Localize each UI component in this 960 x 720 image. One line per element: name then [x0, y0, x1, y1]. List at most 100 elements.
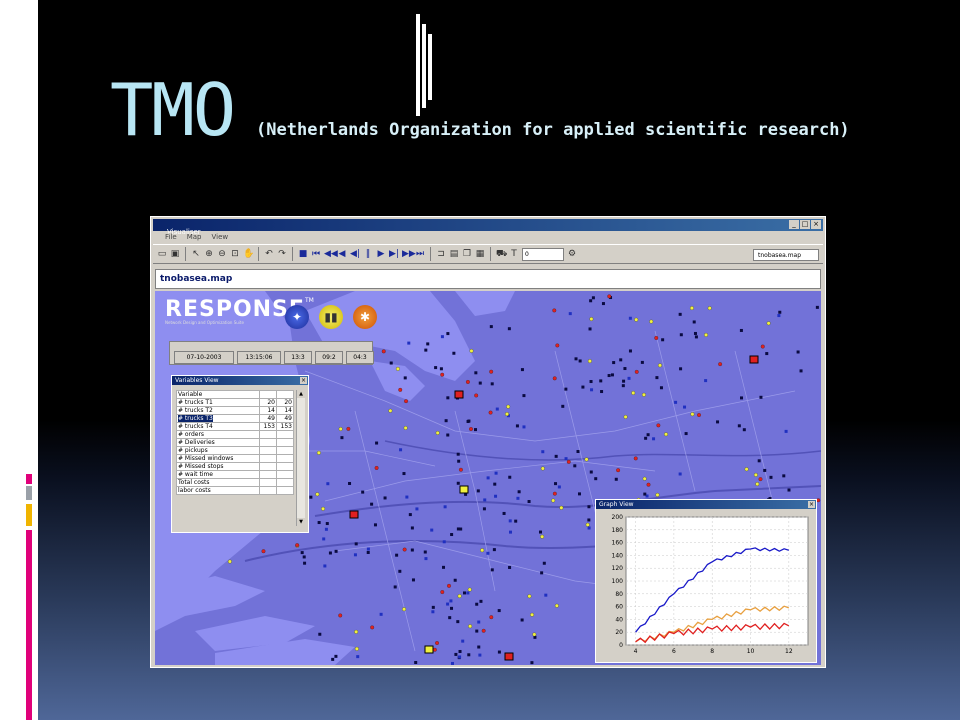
table-row[interactable]: # Missed windows [176, 454, 294, 463]
scroll-up-arrow-icon[interactable]: ▲ [297, 390, 305, 398]
table-row[interactable]: labor costs [176, 486, 294, 495]
map-marker [689, 306, 694, 311]
network-circle-icon[interactable]: ✦ [285, 305, 309, 329]
map-marker [758, 477, 763, 482]
zoom-out-icon[interactable]: ⊖ [217, 249, 227, 259]
maximize-button[interactable]: □ [800, 220, 810, 229]
map-marker [410, 526, 414, 530]
map-marker [520, 618, 524, 622]
map-marker [765, 352, 769, 356]
map-marker [432, 647, 437, 652]
map-marker [446, 332, 450, 336]
depot-marker[interactable] [349, 510, 359, 519]
map-marker [527, 500, 531, 504]
menu-view[interactable]: View [212, 232, 229, 242]
map-marker [782, 474, 786, 478]
depot-marker[interactable] [454, 390, 464, 399]
map-link-field[interactable]: tnobasea.map [753, 249, 819, 261]
skip-end-icon[interactable]: ⏭ [415, 249, 425, 259]
table-row[interactable]: Total costs [176, 478, 294, 487]
step-back-icon[interactable]: ◀ [337, 249, 347, 259]
map-marker [474, 371, 478, 375]
redo-icon[interactable]: ↷ [277, 249, 287, 259]
table-row[interactable]: # Missed stops [176, 462, 294, 471]
map-marker [599, 379, 603, 383]
graph-window: Graph View × 0 20 40 60 80 100 120 140 160 180 200… [595, 499, 817, 663]
table-row[interactable]: # trucks T4 153 153 [176, 422, 294, 431]
left-margin-bar [0, 0, 38, 720]
map-marker [424, 557, 428, 561]
bar-chart-circle-icon[interactable]: ▮▮ [319, 305, 343, 329]
depot-marker[interactable] [459, 485, 469, 494]
route-icon[interactable]: ⊐ [436, 249, 446, 259]
play-icon[interactable]: ▶ [376, 249, 386, 259]
truck-icon[interactable]: ⛟ [496, 249, 507, 259]
table-row-selected[interactable]: # trucks T3 49 49 [176, 414, 294, 423]
step-forward-icon[interactable]: ▶| [389, 249, 399, 259]
open-icon[interactable]: ▭ [157, 249, 167, 259]
settings-icon[interactable]: ⚙ [567, 249, 577, 259]
map-marker [328, 551, 332, 555]
menu-file[interactable]: File [165, 232, 177, 242]
table-row[interactable]: # orders [176, 430, 294, 439]
status-bar: 07-10-2003 13:15:06 13:3 09:2 04:3 [169, 341, 374, 365]
graph-close-button[interactable]: × [808, 501, 815, 508]
map-marker [379, 612, 383, 616]
zoom-box-icon[interactable]: ⊡ [230, 249, 240, 259]
map-marker [739, 328, 743, 332]
map-marker [478, 653, 482, 657]
map-marker [554, 482, 558, 486]
map-marker [446, 602, 450, 606]
toolbar-value-field[interactable]: 0 [522, 247, 564, 261]
depot-marker[interactable] [424, 645, 434, 654]
undo-icon[interactable]: ↶ [264, 249, 274, 259]
map-marker [449, 599, 453, 603]
map-canvas[interactable]: RESPONSETM Network Design and Optimizati… [155, 291, 821, 665]
map-marker [356, 655, 360, 659]
depot-marker[interactable] [504, 652, 514, 661]
map-marker [383, 496, 387, 500]
pause-icon[interactable]: ‖ [363, 249, 373, 259]
save-icon[interactable]: ▣ [170, 249, 180, 259]
map-marker [479, 599, 483, 603]
copy-icon[interactable]: ❐ [462, 249, 472, 259]
pointer-icon[interactable]: ↖ [191, 249, 201, 259]
rewind-icon[interactable]: ◀◀ [324, 249, 338, 259]
y-tick-label: 100 [612, 578, 624, 585]
table-header: Variable [176, 390, 260, 399]
map-marker [398, 569, 402, 573]
map-marker [450, 606, 454, 610]
map-marker [469, 348, 474, 353]
map-marker [564, 457, 568, 461]
table-row[interactable]: # trucks T1 20 20 [176, 398, 294, 407]
table-icon[interactable]: ▦ [475, 249, 485, 259]
map-marker [601, 302, 605, 306]
layer-icon[interactable]: ▤ [449, 249, 459, 259]
gear-circle-icon[interactable]: ✱ [353, 305, 377, 329]
variables-scrollbar[interactable]: ▲ ▼ [296, 390, 305, 526]
map-marker [540, 534, 545, 539]
zoom-in-icon[interactable]: ⊕ [204, 249, 214, 259]
map-marker [640, 360, 644, 364]
table-row[interactable]: # trucks T2 14 14 [176, 406, 294, 415]
pan-icon[interactable]: ✋ [243, 249, 254, 259]
map-marker [522, 425, 526, 429]
depot-marker[interactable] [749, 355, 759, 364]
fast-forward-icon[interactable]: ▶▶ [402, 249, 416, 259]
map-marker [448, 616, 452, 620]
table-row[interactable]: # pickups [176, 446, 294, 455]
skip-start-icon[interactable]: ⏮ [311, 249, 321, 259]
table-row[interactable]: # Deliveries [176, 438, 294, 447]
variables-close-button[interactable]: × [300, 377, 307, 384]
map-marker [551, 498, 556, 503]
step-back-bar-icon[interactable]: ◀| [350, 249, 360, 259]
menu-map[interactable]: Map [187, 232, 202, 242]
text-icon[interactable]: T [509, 249, 519, 259]
minimize-button[interactable]: _ [789, 220, 799, 229]
close-button[interactable]: × [811, 220, 821, 229]
scroll-down-arrow-icon[interactable]: ▼ [297, 518, 305, 526]
map-marker [816, 498, 821, 503]
table-row[interactable]: # wait time [176, 470, 294, 479]
map-marker [354, 542, 358, 546]
stop-icon[interactable]: ■ [298, 249, 308, 259]
